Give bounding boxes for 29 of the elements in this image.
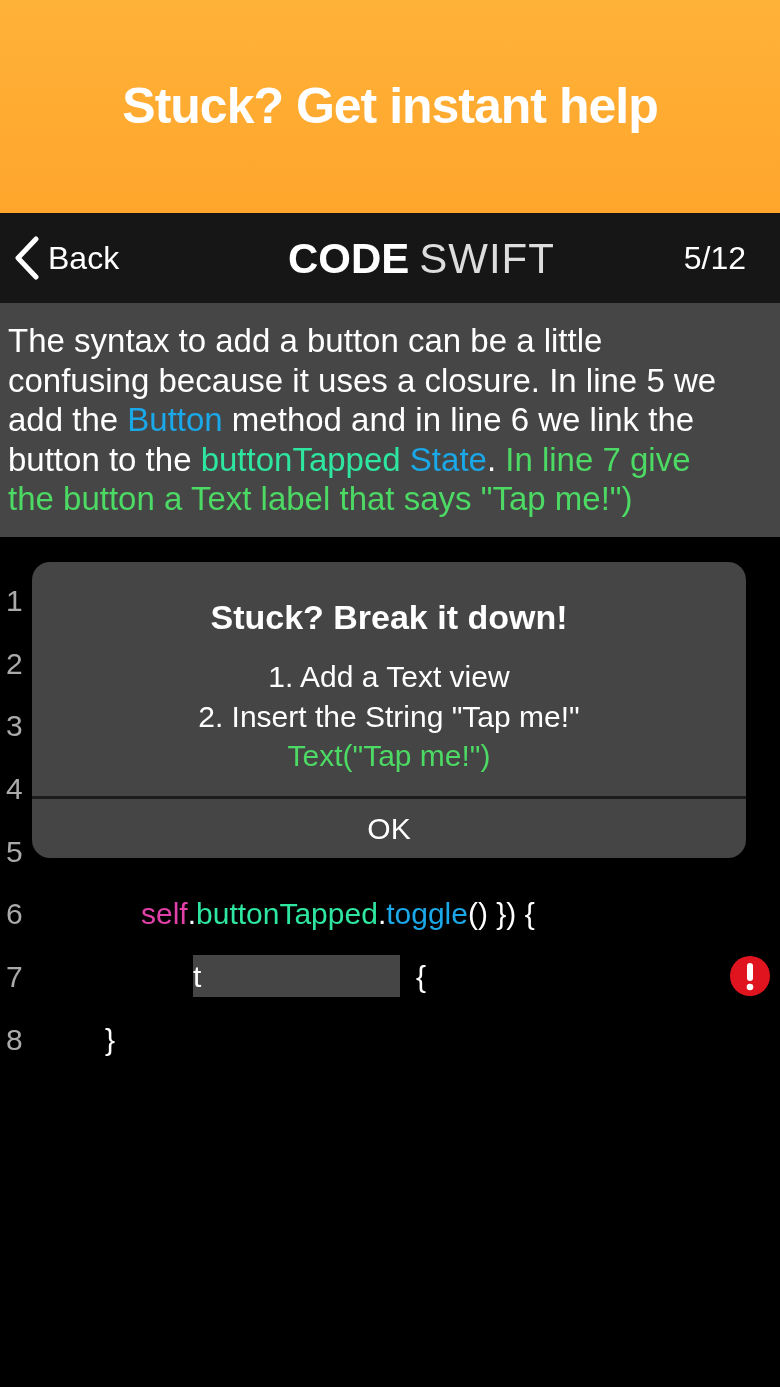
ok-button[interactable]: OK: [32, 795, 746, 858]
step-counter: 5/12: [683, 239, 746, 278]
line-number: 1: [5, 582, 24, 619]
code-text: self: [141, 896, 188, 933]
app-title: CODE: [287, 233, 410, 284]
alert-title: Stuck? Break it down!: [209, 597, 569, 638]
back-button[interactable]: Back: [14, 234, 120, 282]
line-number: 6: [5, 896, 24, 933]
alert-step: 1. Add a Text view: [32, 657, 746, 697]
line-number: 4: [5, 770, 24, 807]
code-text: toggle: [386, 896, 468, 933]
line-number: 5: [5, 833, 24, 870]
code-text: .: [187, 896, 197, 933]
instruction-text: The syntax to add a button can be a little confusing because it uses a closure. In line 5 we add the Button method and in line 6 we link the button to the buttonTapped State. In line 7 give the button a Text label that says "Tap me!"): [8, 321, 718, 519]
line-number: 3: [5, 708, 24, 745]
alert-hint: Text("Tap me!"): [286, 738, 492, 774]
code-text: () }) {: [467, 896, 535, 933]
error-icon[interactable]: [729, 955, 771, 998]
back-icon: [14, 236, 40, 280]
alert-step: 2. Insert the String "Tap me!": [32, 696, 746, 736]
line-number: 2: [5, 645, 24, 682]
line-number: 7: [5, 958, 24, 995]
code-input-field[interactable]: t: [193, 955, 400, 998]
app-subtitle: SWIFT: [419, 233, 555, 284]
code-text: .: [377, 896, 387, 933]
code-text: buttonTapped: [196, 896, 378, 933]
code-text: }: [105, 1021, 116, 1058]
line-number: 8: [5, 1021, 24, 1058]
code-text: {: [416, 958, 427, 995]
